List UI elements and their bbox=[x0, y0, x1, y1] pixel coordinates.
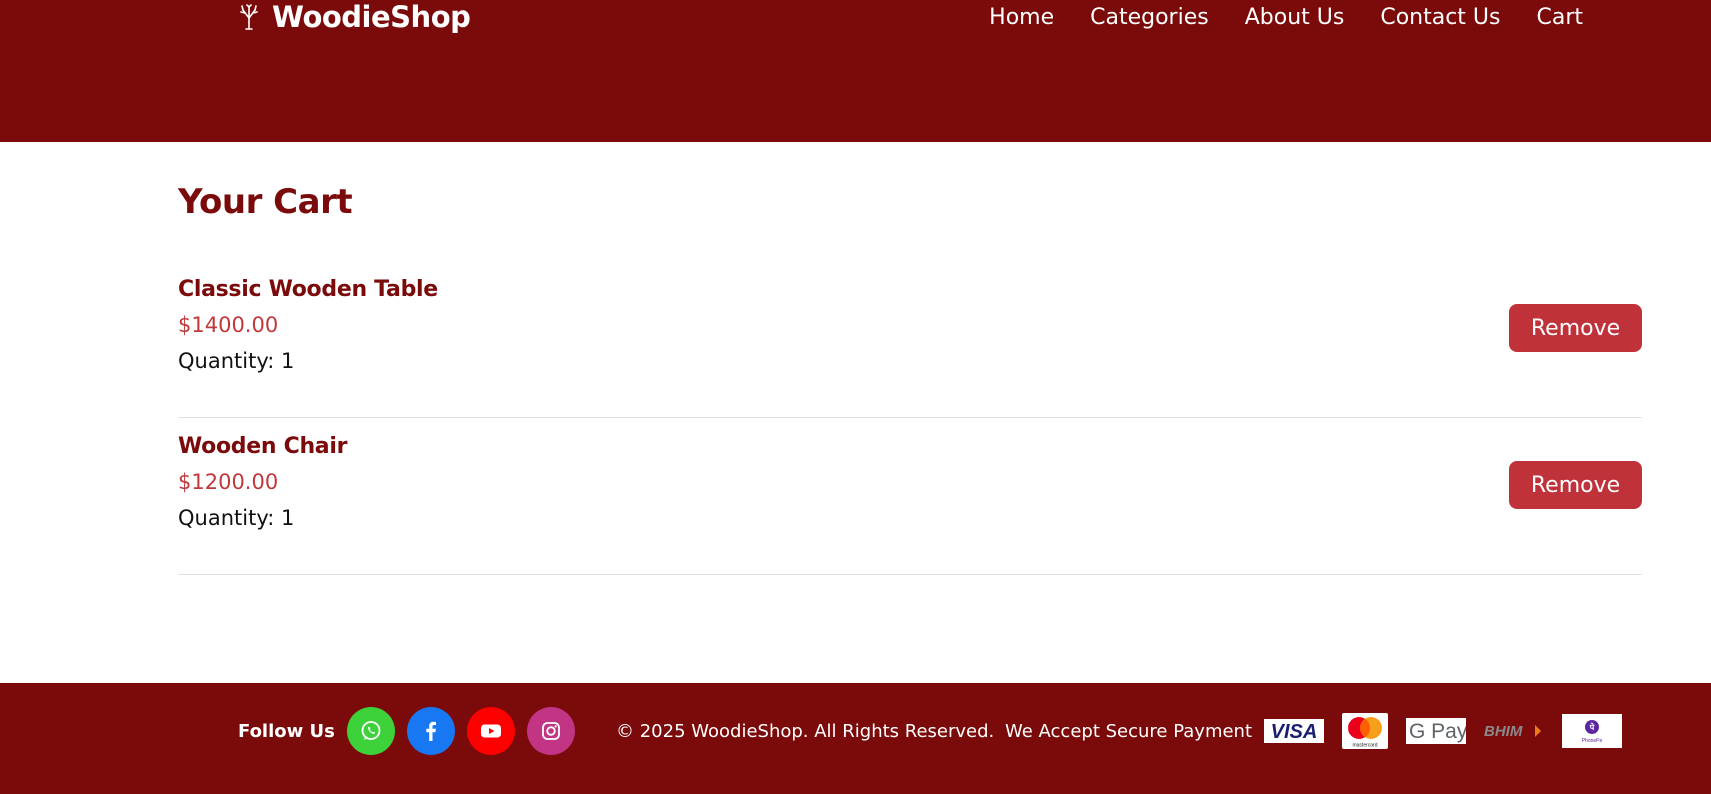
nav-cart[interactable]: Cart bbox=[1536, 5, 1583, 30]
gpay-logo: G Pay bbox=[1406, 718, 1467, 744]
instagram-icon[interactable] bbox=[526, 707, 575, 755]
remove-button[interactable]: Remove bbox=[1509, 304, 1642, 352]
brand[interactable]: WoodieShop bbox=[238, 0, 471, 34]
nav-home[interactable]: Home bbox=[989, 5, 1054, 30]
follow-label: Follow Us bbox=[238, 720, 335, 742]
brand-name: WoodieShop bbox=[272, 0, 471, 34]
bhim-logo: BHIM bbox=[1484, 721, 1544, 741]
site-header: WoodieShop Home Categories About Us Cont… bbox=[0, 0, 1711, 142]
nav-categories[interactable]: Categories bbox=[1090, 5, 1209, 30]
copyright: © 2025 WoodieShop. All Rights Reserved. bbox=[616, 720, 995, 742]
tree-icon bbox=[238, 4, 260, 30]
main-nav: Home Categories About Us Contact Us Cart bbox=[953, 0, 1583, 34]
item-quantity: Quantity: 1 bbox=[178, 349, 295, 373]
svg-text:PhonePe: PhonePe bbox=[1582, 738, 1603, 744]
item-price: $1200.00 bbox=[178, 470, 279, 494]
site-footer: Follow Us © 2025 WoodieShop. All Rights … bbox=[0, 683, 1711, 794]
nav-about-us[interactable]: About Us bbox=[1245, 5, 1345, 30]
payment-label: We Accept Secure Payment bbox=[1005, 720, 1253, 742]
cart-item: Wooden Chair $1200.00 Quantity: 1 Remove bbox=[178, 418, 1642, 575]
youtube-icon[interactable] bbox=[466, 707, 515, 755]
nav-contact-us[interactable]: Contact Us bbox=[1380, 5, 1500, 30]
mastercard-logo: mastercard bbox=[1342, 713, 1389, 749]
visa-logo: VISA bbox=[1264, 719, 1325, 743]
svg-text:G Pay: G Pay bbox=[1409, 720, 1466, 743]
item-name: Wooden Chair bbox=[178, 434, 348, 459]
facebook-icon[interactable] bbox=[406, 707, 455, 755]
cart-item: Classic Wooden Table $1400.00 Quantity: … bbox=[178, 261, 1642, 418]
payment-methods: We Accept Secure Payment VISA mastercard… bbox=[1005, 707, 1640, 755]
item-price: $1400.00 bbox=[178, 313, 279, 337]
svg-text:पे: पे bbox=[1589, 722, 1595, 732]
remove-button[interactable]: Remove bbox=[1509, 461, 1642, 509]
page-title: Your Cart bbox=[178, 182, 353, 222]
svg-text:BHIM: BHIM bbox=[1484, 723, 1523, 740]
item-name: Classic Wooden Table bbox=[178, 277, 438, 302]
phonepe-logo: पे PhonePe bbox=[1562, 714, 1623, 748]
svg-text:VISA: VISA bbox=[1271, 721, 1318, 743]
item-quantity: Quantity: 1 bbox=[178, 506, 295, 530]
svg-text:mastercard: mastercard bbox=[1353, 743, 1378, 749]
cart-list: Classic Wooden Table $1400.00 Quantity: … bbox=[178, 261, 1642, 575]
follow-us: Follow Us bbox=[238, 707, 587, 755]
whatsapp-icon[interactable] bbox=[346, 707, 395, 755]
